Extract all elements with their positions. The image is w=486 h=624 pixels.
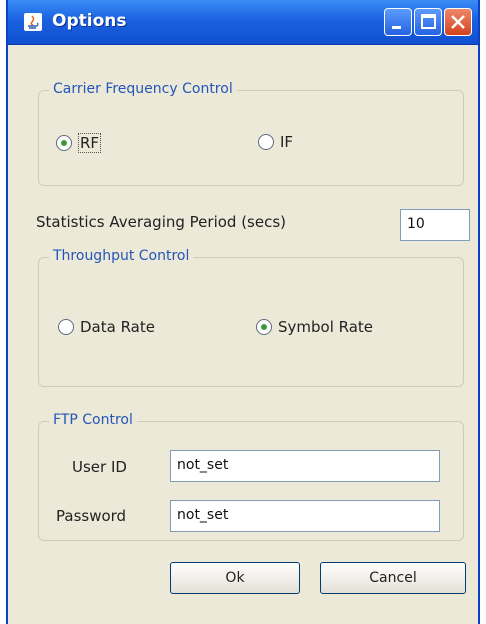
options-dialog: Options Carrier Frequency Control RF IF xyxy=(6,0,480,624)
window-title: Options xyxy=(52,11,127,31)
password-label: Password xyxy=(56,507,127,525)
stats-period-label: Statistics Averaging Period (secs) xyxy=(36,213,287,231)
throughput-legend: Throughput Control xyxy=(49,248,194,264)
title-bar[interactable]: Options xyxy=(8,0,478,45)
radio-if-circle[interactable] xyxy=(258,134,274,150)
user-id-label: User ID xyxy=(72,458,127,476)
radio-if[interactable]: IF xyxy=(258,133,293,151)
user-id-input[interactable]: not_set xyxy=(170,450,440,482)
radio-symbol-rate-circle[interactable] xyxy=(256,319,272,335)
maximize-button[interactable] xyxy=(414,8,442,36)
radio-data-rate-label: Data Rate xyxy=(80,318,155,336)
password-input[interactable]: not_set xyxy=(170,500,440,532)
radio-if-label: IF xyxy=(280,133,294,151)
minimize-button[interactable] xyxy=(384,8,412,36)
radio-data-rate-circle[interactable] xyxy=(58,319,74,335)
radio-rf-label: RF xyxy=(78,133,102,153)
radio-data-rate[interactable]: Data Rate xyxy=(58,318,155,336)
ftp-legend: FTP Control xyxy=(49,412,137,428)
java-icon[interactable] xyxy=(24,13,42,31)
cancel-button[interactable]: Cancel xyxy=(320,562,466,594)
ok-button[interactable]: Ok xyxy=(170,562,300,594)
carrier-frequency-group: Carrier Frequency Control xyxy=(38,81,464,186)
maximize-icon xyxy=(421,14,436,29)
radio-rf[interactable]: RF xyxy=(56,133,102,153)
radio-symbol-rate[interactable]: Symbol Rate xyxy=(256,318,373,336)
close-button[interactable] xyxy=(444,8,472,36)
radio-rf-circle[interactable] xyxy=(56,135,72,151)
close-icon xyxy=(451,15,465,29)
stats-period-input[interactable]: 10 xyxy=(400,209,470,241)
radio-symbol-rate-label: Symbol Rate xyxy=(278,318,374,336)
carrier-frequency-legend: Carrier Frequency Control xyxy=(49,81,237,97)
minimize-icon xyxy=(392,26,401,29)
